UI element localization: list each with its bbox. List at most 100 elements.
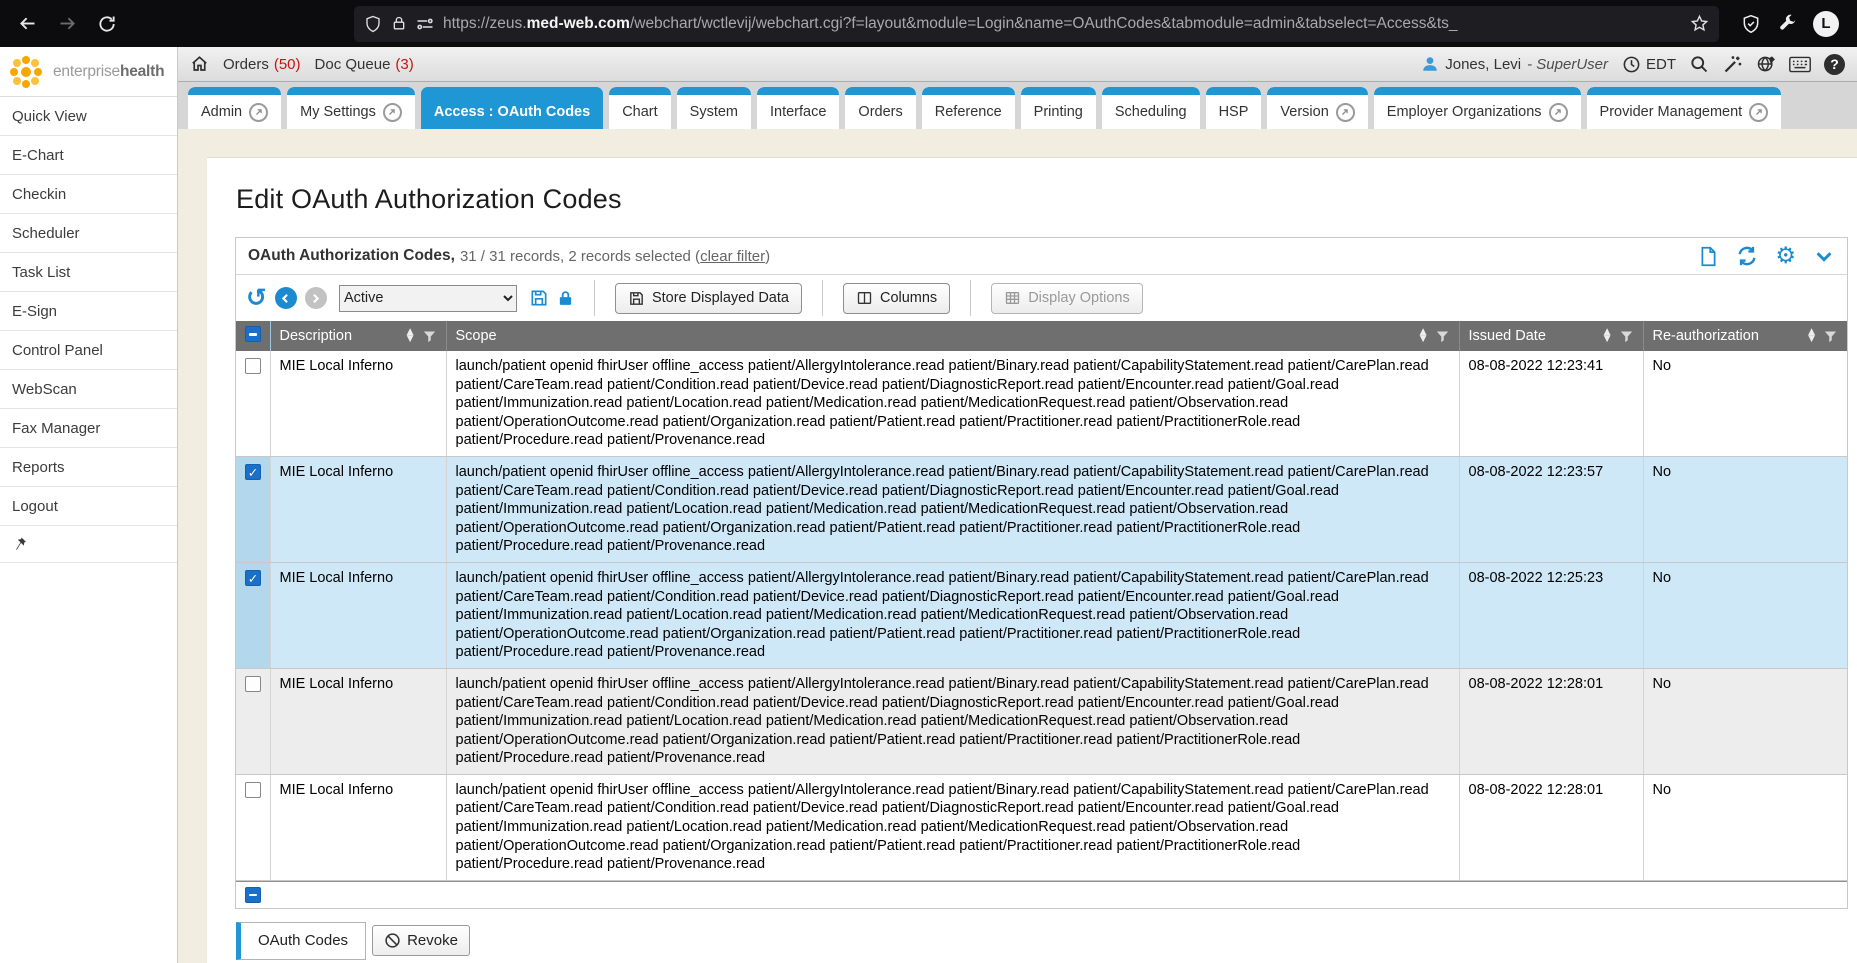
filter-funnel-icon[interactable] xyxy=(422,329,437,344)
row-checkbox-cell xyxy=(236,774,270,880)
refresh-icon[interactable] xyxy=(1736,245,1758,267)
lock-filter-icon[interactable] xyxy=(557,289,574,308)
scope-cell: launch/patient openid fhirUser offline_a… xyxy=(446,456,1459,562)
tab-admin[interactable]: Admin xyxy=(188,87,281,129)
filter-funnel-icon[interactable] xyxy=(1435,329,1450,344)
sidebar-item-scheduler[interactable]: Scheduler xyxy=(0,214,177,253)
save-filter-icon[interactable] xyxy=(529,288,549,308)
status-filter-select[interactable]: Active xyxy=(339,285,517,312)
tab-label: System xyxy=(690,104,738,120)
url-bar[interactable]: https://zeus.med-web.com/webchart/wctlev… xyxy=(354,6,1719,42)
undo-icon[interactable]: ↺ xyxy=(246,286,267,310)
magic-wand-icon[interactable] xyxy=(1722,54,1743,75)
tab-hsp[interactable]: HSP xyxy=(1206,87,1262,129)
table-row[interactable]: MIE Local Inferno launch/patient openid … xyxy=(236,456,1847,562)
row-checkbox[interactable] xyxy=(245,358,261,374)
tab-printing[interactable]: Printing xyxy=(1021,87,1096,129)
tab-orders[interactable]: Orders xyxy=(845,87,915,129)
external-link-icon xyxy=(1749,103,1768,122)
wrench-icon[interactable] xyxy=(1777,14,1797,34)
panel-header: OAuth Authorization Codes, 31 / 31 recor… xyxy=(236,238,1847,275)
select-all-checkbox[interactable] xyxy=(245,326,261,342)
tab-my-settings[interactable]: My Settings xyxy=(287,87,415,129)
sidebar-item-webscan[interactable]: WebScan xyxy=(0,370,177,409)
grid-toolbar: ↺ Active Store Displayed Data xyxy=(236,275,1847,321)
orders-link[interactable]: Orders(50) xyxy=(223,56,301,73)
filter-funnel-icon[interactable] xyxy=(1823,329,1838,344)
gear-icon[interactable]: ⚙ xyxy=(1775,246,1796,266)
tab-label: Interface xyxy=(770,104,826,120)
sidebar-item-e-chart[interactable]: E-Chart xyxy=(0,136,177,175)
row-checkbox-cell xyxy=(236,456,270,562)
sort-icon[interactable]: ▲▼ xyxy=(1808,329,1815,343)
sidebar-item-fax-manager[interactable]: Fax Manager xyxy=(0,409,177,448)
clear-filter-link[interactable]: clear filter xyxy=(700,248,765,265)
columns-button[interactable]: Columns xyxy=(843,283,950,314)
reauthorization-cell: No xyxy=(1643,351,1847,456)
tab-oauth-codes[interactable]: OAuth Codes xyxy=(236,922,366,960)
tab-label: Provider Management xyxy=(1600,104,1743,120)
display-options-button[interactable]: Display Options xyxy=(991,283,1143,314)
sidebar-item-e-sign[interactable]: E-Sign xyxy=(0,292,177,331)
browser-back-button[interactable] xyxy=(10,7,44,41)
new-record-icon[interactable] xyxy=(1698,246,1719,267)
table-row[interactable]: MIE Local Inferno launch/patient openid … xyxy=(236,351,1847,456)
tab-scheduling[interactable]: Scheduling xyxy=(1102,87,1200,129)
timezone-button[interactable]: EDT xyxy=(1622,55,1676,74)
sidebar-item-control-panel[interactable]: Control Panel xyxy=(0,331,177,370)
external-link-icon xyxy=(1336,103,1355,122)
sidebar-item-task-list[interactable]: Task List xyxy=(0,253,177,292)
row-checkbox[interactable] xyxy=(245,676,261,692)
tab-interface[interactable]: Interface xyxy=(757,87,839,129)
sidebar-item-quick-view[interactable]: Quick View xyxy=(0,97,177,136)
tracking-shield-icon[interactable] xyxy=(364,15,382,33)
user-menu[interactable]: Jones, Levi - SuperUser xyxy=(1421,55,1608,73)
bookmark-star-icon[interactable] xyxy=(1690,14,1709,33)
lock-icon[interactable] xyxy=(391,15,407,32)
tab-provider-management[interactable]: Provider Management xyxy=(1587,87,1782,129)
table-row[interactable]: MIE Local Inferno launch/patient openid … xyxy=(236,562,1847,668)
help-icon[interactable]: ? xyxy=(1824,54,1845,75)
select-all-footer-checkbox[interactable] xyxy=(245,887,261,903)
home-button[interactable] xyxy=(190,55,209,73)
row-checkbox[interactable] xyxy=(245,570,261,586)
tab-chart[interactable]: Chart xyxy=(609,87,670,129)
tab-reference[interactable]: Reference xyxy=(922,87,1015,129)
table-row[interactable]: MIE Local Inferno launch/patient openid … xyxy=(236,668,1847,774)
sidebar-item-reports[interactable]: Reports xyxy=(0,448,177,487)
browser-reload-button[interactable] xyxy=(90,7,124,41)
sort-icon[interactable]: ▲▼ xyxy=(1420,329,1427,343)
row-checkbox[interactable] xyxy=(245,782,261,798)
filter-funnel-icon[interactable] xyxy=(1619,329,1634,344)
tab-label: Admin xyxy=(201,104,242,120)
browser-forward-button[interactable] xyxy=(50,7,84,41)
collapse-chevron-icon[interactable] xyxy=(1813,245,1835,267)
tab-access-oauth-codes[interactable]: Access : OAuth Codes xyxy=(421,87,603,129)
sidebar-item-logout[interactable]: Logout xyxy=(0,487,177,526)
sidebar-pin[interactable] xyxy=(0,526,177,563)
external-link-icon xyxy=(1549,103,1568,122)
bottom-tab-bar: OAuth Codes Revoke xyxy=(236,922,1848,960)
profile-avatar[interactable]: L xyxy=(1813,11,1839,37)
shield-check-icon[interactable] xyxy=(1741,14,1761,34)
logo-text: enterprisehealth xyxy=(53,63,164,81)
revoke-button[interactable]: Revoke xyxy=(372,925,470,956)
table-row[interactable]: MIE Local Inferno launch/patient openid … xyxy=(236,774,1847,880)
reauthorization-cell: No xyxy=(1643,562,1847,668)
sort-icon[interactable]: ▲▼ xyxy=(407,329,414,343)
tab-employer-organizations[interactable]: Employer Organizations xyxy=(1374,87,1581,129)
tab-version[interactable]: Version xyxy=(1267,87,1367,129)
globe-pin-icon[interactable] xyxy=(1756,54,1776,74)
tab-system[interactable]: System xyxy=(677,87,751,129)
store-displayed-data-button[interactable]: Store Displayed Data xyxy=(615,283,802,314)
keyboard-icon[interactable] xyxy=(1789,56,1811,73)
search-icon[interactable] xyxy=(1689,54,1709,74)
site-permissions-icon[interactable] xyxy=(416,17,434,31)
prev-page-button[interactable] xyxy=(275,287,297,309)
next-page-button[interactable] xyxy=(305,287,327,309)
doc-queue-link[interactable]: Doc Queue(3) xyxy=(315,56,414,73)
sort-icon[interactable]: ▲▼ xyxy=(1604,329,1611,343)
timezone-label: EDT xyxy=(1646,56,1676,73)
sidebar-item-checkin[interactable]: Checkin xyxy=(0,175,177,214)
row-checkbox[interactable] xyxy=(245,464,261,480)
